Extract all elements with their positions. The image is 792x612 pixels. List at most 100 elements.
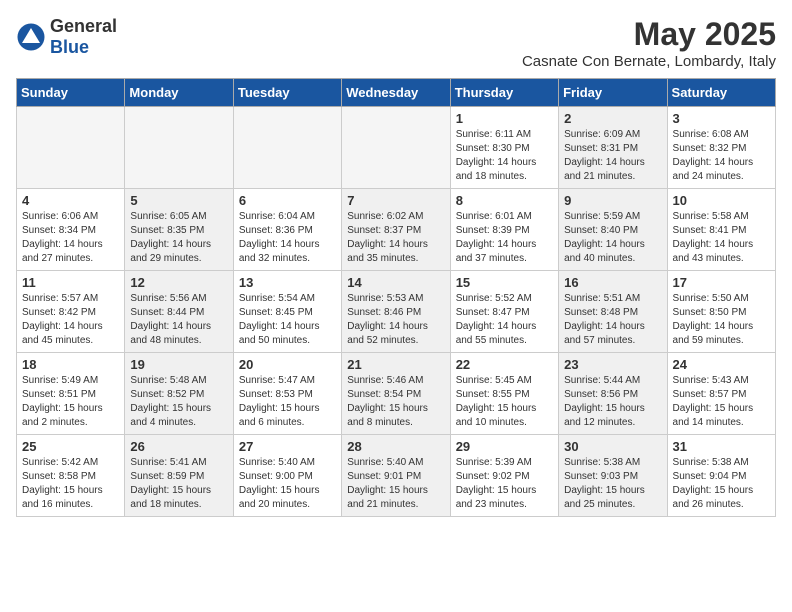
day-info: Sunrise: 5:58 AM Sunset: 8:41 PM Dayligh… [673, 210, 770, 266]
day-number: 25 [22, 439, 119, 454]
day-number: 22 [456, 357, 553, 372]
day-number: 26 [130, 439, 227, 454]
calendar-cell [17, 107, 125, 189]
day-info: Sunrise: 5:42 AM Sunset: 8:58 PM Dayligh… [22, 456, 119, 512]
calendar-cell: 6Sunrise: 6:04 AM Sunset: 8:36 PM Daylig… [233, 189, 341, 271]
calendar-cell: 21 Sunrise: 5:46 AM Sunset: 8:54 PM Dayli… [342, 353, 450, 435]
calendar-cell: 10 Sunrise: 5:58 AM Sunset: 8:41 PM Dayli… [667, 189, 775, 271]
calendar-cell: 14 Sunrise: 5:53 AM Sunset: 8:46 PM Dayli… [342, 271, 450, 353]
day-info: Sunrise: 6:09 AM Sunset: 8:31 PM Dayligh… [564, 128, 661, 184]
day-header-tuesday: Tuesday [233, 79, 341, 107]
calendar-cell: 7 Sunrise: 6:02 AM Sunset: 8:37 PM Daylig… [342, 189, 450, 271]
day-header-monday: Monday [125, 79, 233, 107]
title-area: May 2025 Casnate Con Bernate, Lombardy, … [522, 16, 776, 70]
day-number: 3 [673, 111, 770, 126]
day-info: Sunrise: 5:40 AM Sunset: 9:00 PM Dayligh… [239, 456, 336, 512]
day-info: Sunrise: 5:56 AM Sunset: 8:44 PM Dayligh… [130, 292, 227, 348]
day-header-friday: Friday [559, 79, 667, 107]
day-number: 28 [347, 439, 444, 454]
header-area: General Blue May 2025 Casnate Con Bernat… [16, 16, 776, 70]
day-info: Sunrise: 5:43 AM Sunset: 8:57 PM Dayligh… [673, 374, 770, 430]
calendar-week-0: 1 Sunrise: 6:11 AM Sunset: 8:30 PM Daylig… [17, 107, 776, 189]
calendar-cell: 8Sunrise: 6:01 AM Sunset: 8:39 PM Daylig… [450, 189, 558, 271]
calendar-cell: 20Sunrise: 5:47 AM Sunset: 8:53 PM Dayli… [233, 353, 341, 435]
calendar-cell [233, 107, 341, 189]
location-title: Casnate Con Bernate, Lombardy, Italy [522, 53, 776, 70]
calendar-cell: 1 Sunrise: 6:11 AM Sunset: 8:30 PM Daylig… [450, 107, 558, 189]
day-info: Sunrise: 6:06 AM Sunset: 8:34 PM Dayligh… [22, 210, 119, 266]
day-number: 7 [347, 193, 444, 208]
day-number: 12 [130, 275, 227, 290]
calendar-cell: 29 Sunrise: 5:39 AM Sunset: 9:02 PM Dayli… [450, 435, 558, 517]
day-info: Sunrise: 5:41 AM Sunset: 8:59 PM Dayligh… [130, 456, 227, 512]
day-info: Sunrise: 6:11 AM Sunset: 8:30 PM Dayligh… [456, 128, 553, 184]
calendar-cell: 26 Sunrise: 5:41 AM Sunset: 8:59 PM Dayli… [125, 435, 233, 517]
day-info: Sunrise: 6:05 AM Sunset: 8:35 PM Dayligh… [130, 210, 227, 266]
calendar-cell: 15Sunrise: 5:52 AM Sunset: 8:47 PM Dayli… [450, 271, 558, 353]
calendar-cell: 12 Sunrise: 5:56 AM Sunset: 8:44 PM Dayli… [125, 271, 233, 353]
day-info: Sunrise: 5:45 AM Sunset: 8:55 PM Dayligh… [456, 374, 553, 430]
day-header-saturday: Saturday [667, 79, 775, 107]
day-info: Sunrise: 6:08 AM Sunset: 8:32 PM Dayligh… [673, 128, 770, 184]
day-number: 1 [456, 111, 553, 126]
day-info: Sunrise: 5:39 AM Sunset: 9:02 PM Dayligh… [456, 456, 553, 512]
calendar-header-row: SundayMondayTuesdayWednesdayThursdayFrid… [17, 79, 776, 107]
day-header-wednesday: Wednesday [342, 79, 450, 107]
day-info: Sunrise: 5:53 AM Sunset: 8:46 PM Dayligh… [347, 292, 444, 348]
calendar-week-3: 18Sunrise: 5:49 AM Sunset: 8:51 PM Dayli… [17, 353, 776, 435]
calendar-body: 1 Sunrise: 6:11 AM Sunset: 8:30 PM Daylig… [17, 107, 776, 517]
calendar-cell: 5 Sunrise: 6:05 AM Sunset: 8:35 PM Daylig… [125, 189, 233, 271]
day-info: Sunrise: 5:59 AM Sunset: 8:40 PM Dayligh… [564, 210, 661, 266]
day-number: 10 [673, 193, 770, 208]
day-info: Sunrise: 5:38 AM Sunset: 9:03 PM Dayligh… [564, 456, 661, 512]
logo-icon [16, 22, 46, 52]
calendar-cell [342, 107, 450, 189]
logo-general: General [50, 16, 117, 36]
day-number: 16 [564, 275, 661, 290]
day-header-thursday: Thursday [450, 79, 558, 107]
day-number: 13 [239, 275, 336, 290]
calendar-table: SundayMondayTuesdayWednesdayThursdayFrid… [16, 78, 776, 517]
day-number: 31 [673, 439, 770, 454]
calendar-cell: 2 Sunrise: 6:09 AM Sunset: 8:31 PM Daylig… [559, 107, 667, 189]
calendar-cell: 11Sunrise: 5:57 AM Sunset: 8:42 PM Dayli… [17, 271, 125, 353]
day-info: Sunrise: 6:02 AM Sunset: 8:37 PM Dayligh… [347, 210, 444, 266]
calendar-cell: 23Sunrise: 5:44 AM Sunset: 8:56 PM Dayli… [559, 353, 667, 435]
day-number: 8 [456, 193, 553, 208]
calendar-cell [125, 107, 233, 189]
day-info: Sunrise: 5:46 AM Sunset: 8:54 PM Dayligh… [347, 374, 444, 430]
day-number: 17 [673, 275, 770, 290]
calendar-cell: 13 Sunrise: 5:54 AM Sunset: 8:45 PM Dayli… [233, 271, 341, 353]
day-number: 21 [347, 357, 444, 372]
day-number: 30 [564, 439, 661, 454]
calendar-cell: 9Sunrise: 5:59 AM Sunset: 8:40 PM Daylig… [559, 189, 667, 271]
day-number: 19 [130, 357, 227, 372]
calendar-cell: 25 Sunrise: 5:42 AM Sunset: 8:58 PM Dayli… [17, 435, 125, 517]
day-info: Sunrise: 5:49 AM Sunset: 8:51 PM Dayligh… [22, 374, 119, 430]
day-header-sunday: Sunday [17, 79, 125, 107]
month-title: May 2025 [522, 16, 776, 53]
day-info: Sunrise: 5:51 AM Sunset: 8:48 PM Dayligh… [564, 292, 661, 348]
day-info: Sunrise: 5:57 AM Sunset: 8:42 PM Dayligh… [22, 292, 119, 348]
day-number: 14 [347, 275, 444, 290]
calendar-cell: 31 Sunrise: 5:38 AM Sunset: 9:04 PM Dayli… [667, 435, 775, 517]
day-number: 24 [673, 357, 770, 372]
day-number: 29 [456, 439, 553, 454]
calendar-cell: 19 Sunrise: 5:48 AM Sunset: 8:52 PM Dayli… [125, 353, 233, 435]
day-number: 2 [564, 111, 661, 126]
calendar-cell: 30 Sunrise: 5:38 AM Sunset: 9:03 PM Dayli… [559, 435, 667, 517]
calendar-cell: 28 Sunrise: 5:40 AM Sunset: 9:01 PM Dayli… [342, 435, 450, 517]
day-info: Sunrise: 5:52 AM Sunset: 8:47 PM Dayligh… [456, 292, 553, 348]
calendar-cell: 16 Sunrise: 5:51 AM Sunset: 8:48 PM Dayli… [559, 271, 667, 353]
calendar-cell: 27Sunrise: 5:40 AM Sunset: 9:00 PM Dayli… [233, 435, 341, 517]
day-number: 20 [239, 357, 336, 372]
day-number: 5 [130, 193, 227, 208]
day-info: Sunrise: 5:54 AM Sunset: 8:45 PM Dayligh… [239, 292, 336, 348]
calendar-week-4: 25 Sunrise: 5:42 AM Sunset: 8:58 PM Dayli… [17, 435, 776, 517]
calendar-cell: 18Sunrise: 5:49 AM Sunset: 8:51 PM Dayli… [17, 353, 125, 435]
calendar-week-1: 4Sunrise: 6:06 AM Sunset: 8:34 PM Daylig… [17, 189, 776, 271]
day-info: Sunrise: 5:40 AM Sunset: 9:01 PM Dayligh… [347, 456, 444, 512]
day-info: Sunrise: 5:48 AM Sunset: 8:52 PM Dayligh… [130, 374, 227, 430]
day-info: Sunrise: 6:04 AM Sunset: 8:36 PM Dayligh… [239, 210, 336, 266]
day-info: Sunrise: 5:38 AM Sunset: 9:04 PM Dayligh… [673, 456, 770, 512]
